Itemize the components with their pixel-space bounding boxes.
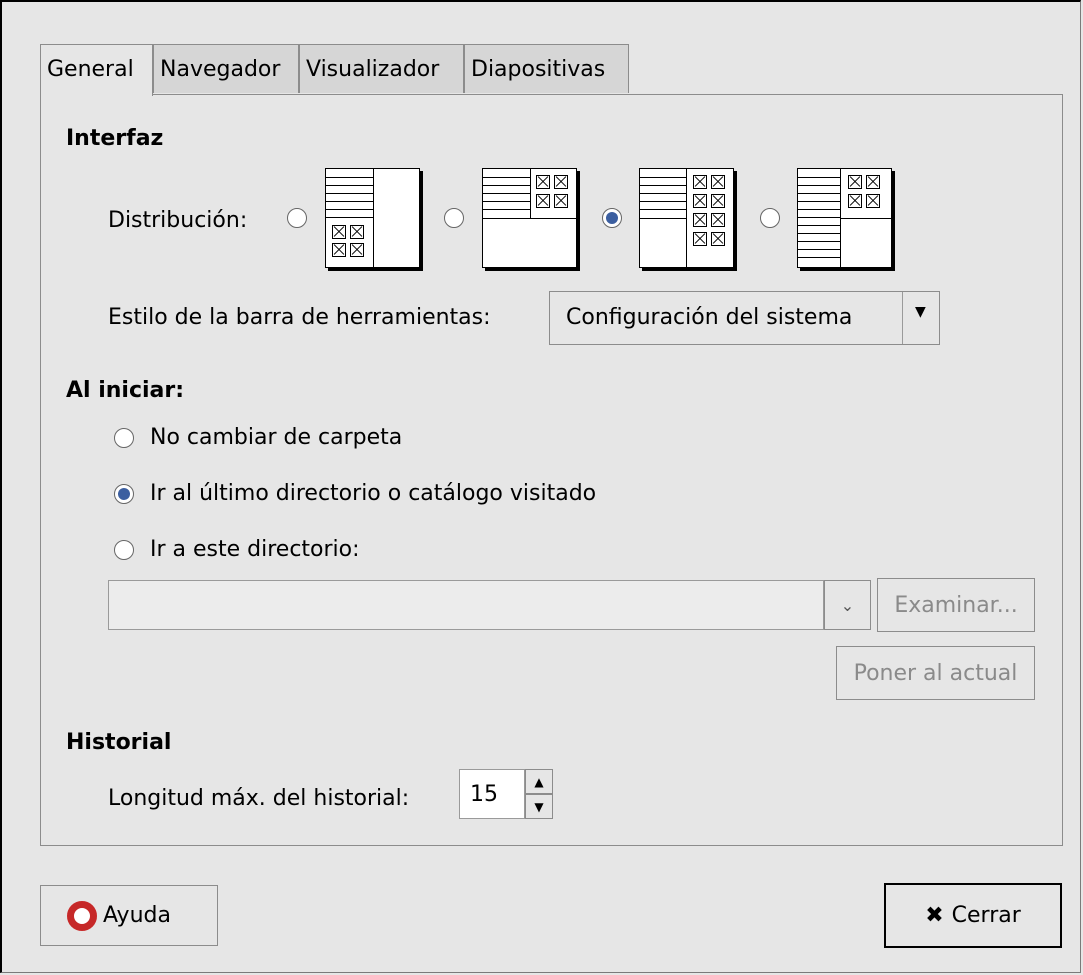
layout-radio-2[interactable]	[444, 208, 464, 228]
chevron-down-icon: ▼	[915, 304, 926, 320]
help-icon	[67, 900, 97, 931]
close-button[interactable]: ✖ Cerrar	[884, 883, 1062, 948]
layout-2-icon	[482, 168, 577, 268]
interfaz-heading: Interfaz	[66, 126, 164, 151]
spin-up-icon[interactable]: ▲	[525, 769, 553, 794]
toolbar-style-select[interactable]: Configuración del sistema ▼	[549, 291, 940, 345]
layout-radio-1[interactable]	[287, 208, 307, 228]
startup-option-no-change[interactable]: No cambiar de carpeta	[150, 425, 402, 450]
history-length-input[interactable]: 15	[459, 769, 525, 819]
toolbar-style-value: Configuración del sistema	[566, 305, 853, 330]
layout-1-icon	[325, 168, 420, 268]
startup-radio-no-change[interactable]	[114, 428, 134, 448]
startup-radio-last-dir[interactable]	[114, 484, 134, 504]
chevron-down-icon: ⌄	[840, 595, 855, 615]
tab-general[interactable]: General	[40, 44, 153, 96]
distribucion-label: Distribución:	[108, 208, 248, 233]
tab-visualizador[interactable]: Visualizador	[299, 44, 464, 93]
startup-heading: Al iniciar:	[66, 378, 185, 403]
help-button[interactable]: Ayuda	[40, 885, 218, 946]
historial-heading: Historial	[66, 730, 172, 755]
directory-dropdown-button[interactable]: ⌄	[824, 580, 871, 630]
layout-radio-3[interactable]	[602, 208, 622, 228]
close-icon: ✖	[925, 903, 944, 928]
startup-radio-this-dir[interactable]	[114, 540, 134, 560]
layout-3-icon	[639, 168, 734, 268]
tab-navegador[interactable]: Navegador	[153, 44, 299, 93]
toolbar-style-label: Estilo de la barra de herramientas:	[108, 305, 491, 330]
startup-option-this-dir[interactable]: Ir a este directorio:	[150, 537, 360, 562]
set-current-button[interactable]: Poner al actual	[836, 646, 1035, 700]
layout-radio-4[interactable]	[760, 208, 780, 228]
browse-button[interactable]: Examinar...	[877, 578, 1035, 632]
layout-4-icon	[797, 168, 892, 268]
spin-down-icon[interactable]: ▼	[525, 794, 553, 819]
directory-input[interactable]	[108, 580, 824, 630]
startup-option-last-dir[interactable]: Ir al último directorio o catálogo visit…	[150, 481, 596, 506]
tab-diapositivas[interactable]: Diapositivas	[464, 44, 629, 93]
history-length-label: Longitud máx. del historial:	[108, 786, 410, 811]
